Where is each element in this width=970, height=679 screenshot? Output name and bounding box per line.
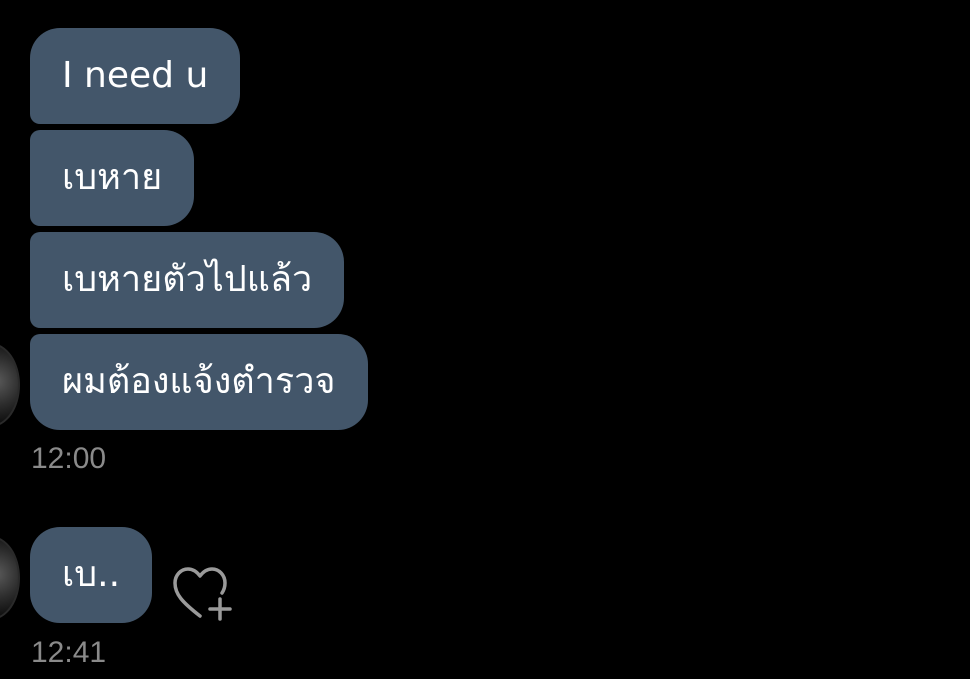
message-bubble[interactable]: เบ..: [30, 527, 153, 623]
message-text: I need u: [62, 55, 209, 96]
message-bubble[interactable]: เบหายตัวไปแล้ว: [30, 232, 345, 328]
message-timestamp: 12:41: [31, 636, 107, 669]
message-bubble[interactable]: I need u: [30, 28, 241, 124]
message-text: เบหายตัวไปแล้ว: [62, 259, 313, 300]
message-text: ผมต้องแจ้งตำรวจ: [62, 361, 336, 402]
message-timestamp: 12:00: [31, 442, 107, 475]
message-bubble[interactable]: ผมต้องแจ้งตำรวจ: [30, 334, 368, 430]
heart-plus-icon[interactable]: [172, 566, 236, 622]
message-text: เบ..: [62, 554, 121, 595]
sender-avatar[interactable]: [0, 536, 20, 620]
message-bubble[interactable]: เบหาย: [30, 130, 195, 226]
sender-avatar[interactable]: [0, 343, 20, 427]
message-text: เบหาย: [62, 157, 163, 198]
